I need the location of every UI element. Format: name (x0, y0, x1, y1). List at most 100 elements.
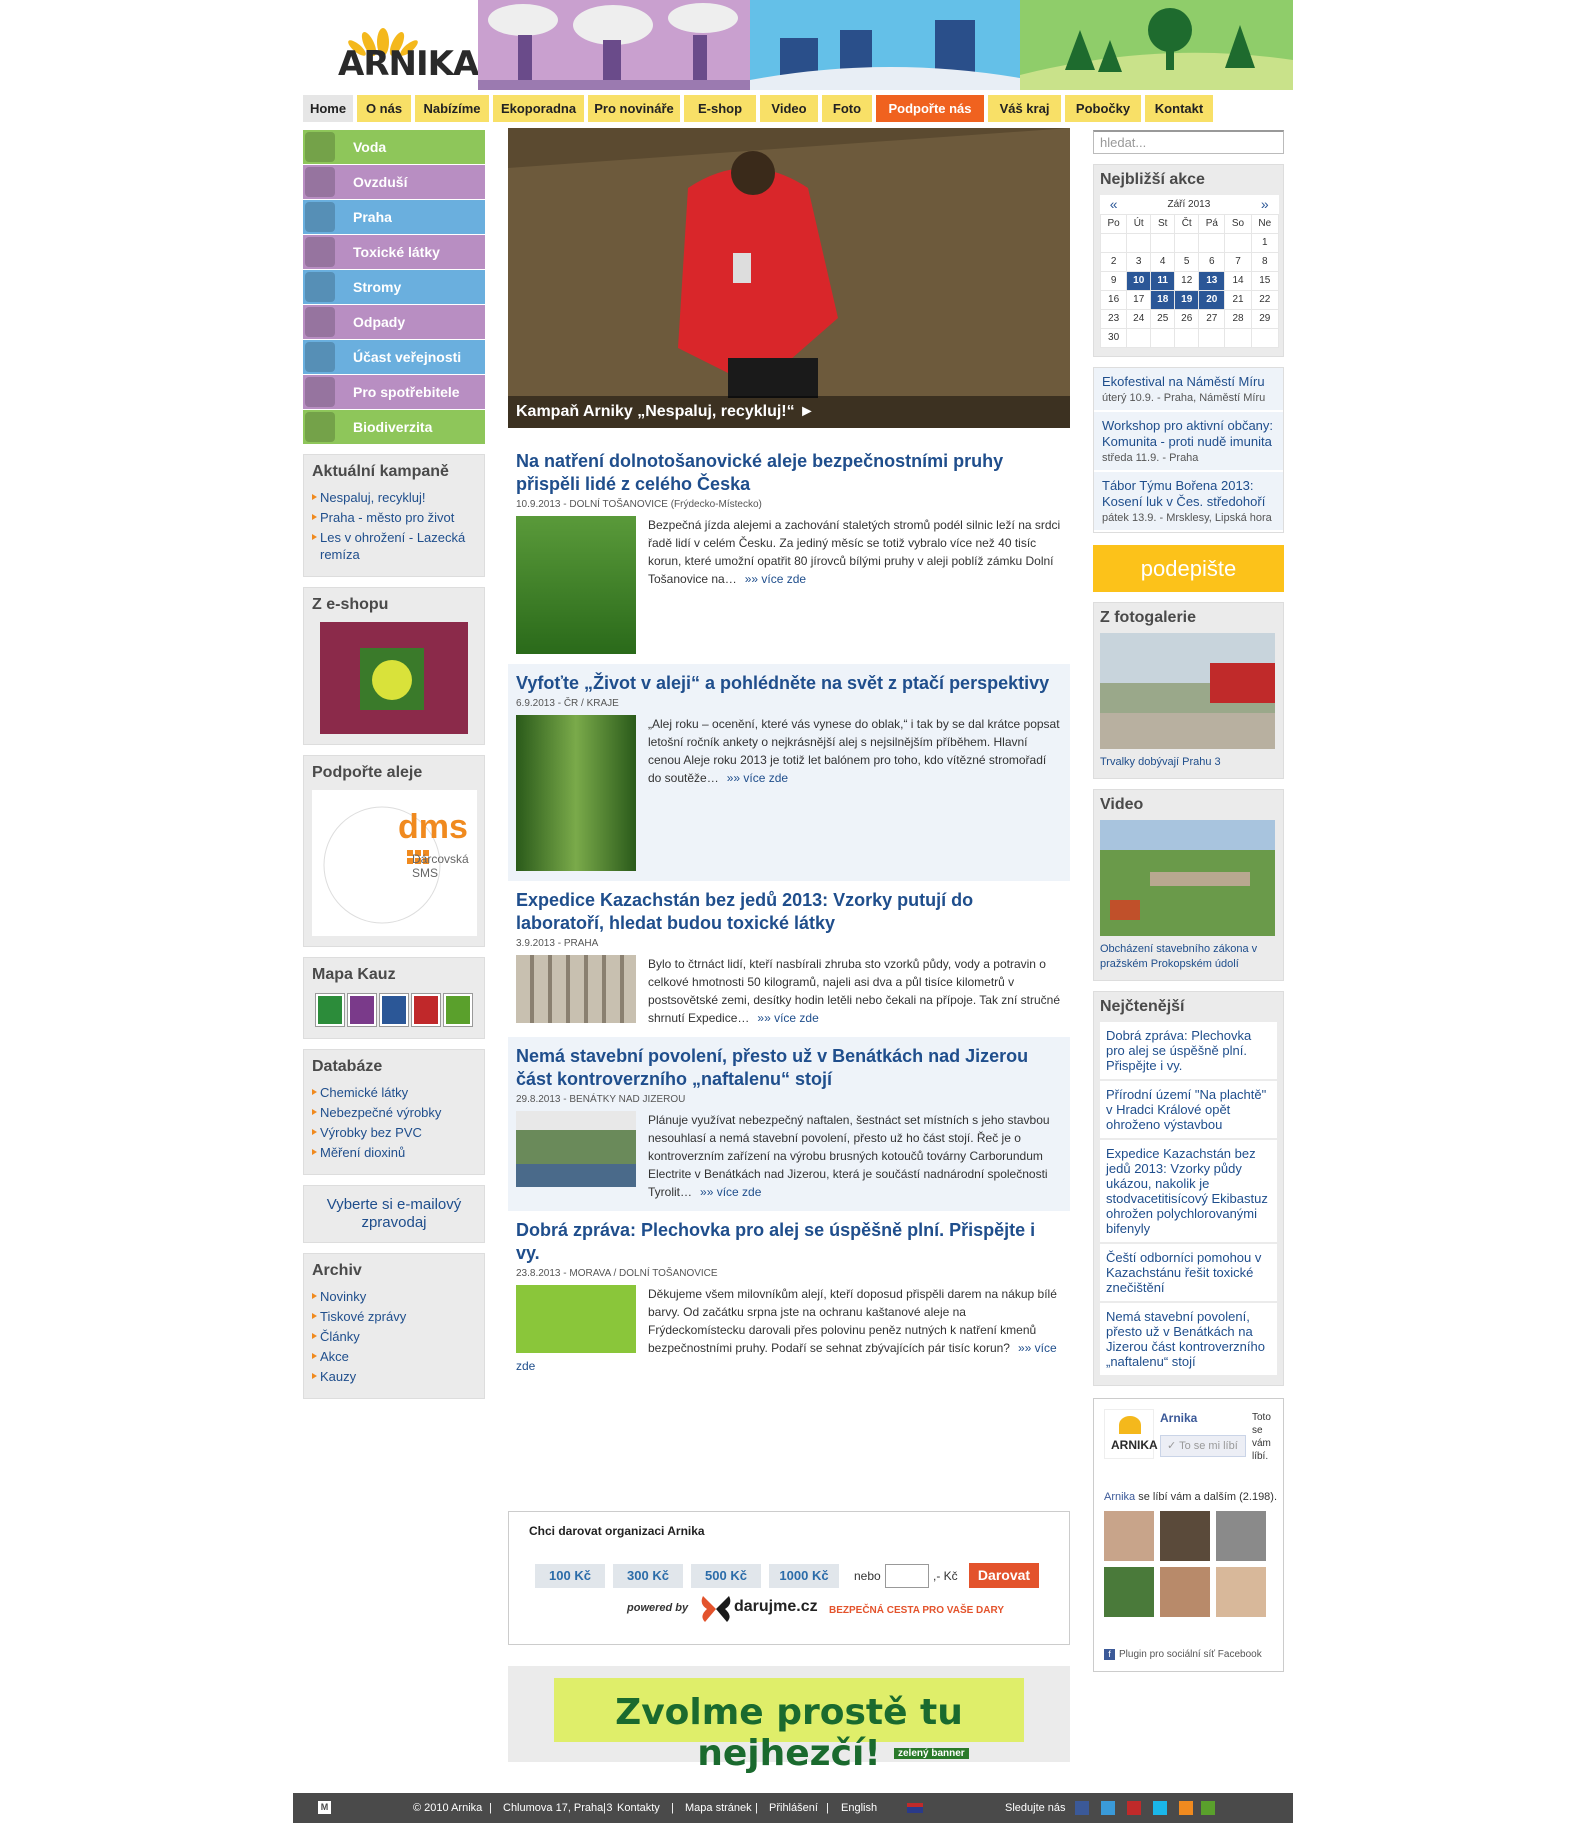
twitter-icon[interactable] (1101, 1801, 1115, 1815)
facebook-icon[interactable] (1075, 1801, 1089, 1815)
kampane-item[interactable]: Nespaluj, recykluj! (312, 489, 476, 506)
databaze-item[interactable]: Měření dioxinů (312, 1144, 476, 1161)
nav-nabizime[interactable]: Nabízíme (415, 95, 489, 122)
event-item[interactable]: Tábor Týmu Bořena 2013: Kosení luk v Čes… (1094, 471, 1283, 532)
nav-kontakt[interactable]: Kontakt (1145, 95, 1213, 122)
article-title[interactable]: Nemá stavební povolení, přesto už v Bená… (516, 1045, 1062, 1091)
category-2[interactable]: Praha (303, 200, 485, 234)
footer-logo-icon[interactable]: M (318, 1801, 331, 1814)
donate-100-button[interactable]: 100 Kč (535, 1564, 605, 1588)
article-image[interactable] (516, 516, 636, 654)
archiv-item[interactable]: Akce (312, 1348, 476, 1365)
article-more-link[interactable]: »» více zde (700, 1185, 761, 1199)
category-0[interactable]: Voda (303, 130, 485, 164)
kampane-item[interactable]: Praha - město pro život (312, 509, 476, 526)
fb-face[interactable] (1104, 1566, 1154, 1617)
article-more-link[interactable]: »» více zde (727, 771, 788, 785)
calendar-day[interactable]: 18 (1150, 289, 1176, 310)
donate-1000-button[interactable]: 1000 Kč (769, 1564, 839, 1588)
nav-eshop[interactable]: E-shop (684, 95, 756, 122)
event-title[interactable]: Ekofestival na Náměstí Míru (1102, 374, 1275, 390)
youtube-icon[interactable] (1127, 1801, 1141, 1815)
fotogalerie-photo[interactable] (1100, 632, 1275, 749)
calendar-prev-button[interactable]: « (1101, 195, 1127, 214)
nav-ekoporadna[interactable]: Ekoporadna (493, 95, 584, 122)
donate-500-button[interactable]: 500 Kč (691, 1564, 761, 1588)
article-image[interactable] (516, 955, 636, 1023)
fb-like-button[interactable]: ✓ To se mi líbí (1160, 1434, 1246, 1457)
footer-mapa[interactable]: Mapa stránek (685, 1802, 752, 1814)
nejctenejsi-item[interactable]: Dobrá zpráva: Plechovka pro alej se úspě… (1100, 1021, 1277, 1079)
archiv-item[interactable]: Tiskové zprávy (312, 1308, 476, 1325)
map-pin-frog-icon[interactable] (315, 993, 345, 1027)
zvolme-banner[interactable]: Zvolme prostě tu nejhezčí! zelený banner (508, 1666, 1070, 1774)
nav-video[interactable]: Video (760, 95, 818, 122)
category-3[interactable]: Toxické látky (303, 235, 485, 269)
calendar-day[interactable]: 10 (1126, 270, 1152, 291)
article-title[interactable]: Na natření dolnotošanovické aleje bezpeč… (516, 450, 1062, 496)
nejctenejsi-item[interactable]: Přírodní území "Na plachtě" v Hradci Krá… (1100, 1080, 1277, 1138)
nav-vas-kraj[interactable]: Váš kraj (988, 95, 1061, 122)
hero-slideshow[interactable]: Kampaň Arniky „Nespaluj, recykluj!“ ► (508, 128, 1070, 428)
category-4[interactable]: Stromy (303, 270, 485, 304)
article-title[interactable]: Vyfoťte „Život v aleji“ a pohlédněte na … (516, 672, 1062, 695)
map-pin-skull-icon[interactable] (347, 993, 377, 1027)
fb-face[interactable] (1160, 1510, 1210, 1561)
kampane-item[interactable]: Les v ohrožení - Lazecká remíza (312, 529, 476, 563)
event-item[interactable]: Workshop pro aktivní občany: Komunita - … (1094, 411, 1283, 472)
nejctenejsi-item[interactable]: Čeští odborníci pomohou v Kazachstánu ře… (1100, 1243, 1277, 1301)
article-title[interactable]: Expedice Kazachstán bez jedů 2013: Vzork… (516, 889, 1062, 935)
event-title[interactable]: Tábor Týmu Bořena 2013: Kosení luk v Čes… (1102, 478, 1275, 510)
darujme-logo[interactable]: darujme.cz (734, 1598, 818, 1616)
zpravodaj-link[interactable]: Vyberte si e-mailový zpravodaj (327, 1196, 462, 1231)
search-input[interactable]: hledat... (1093, 130, 1284, 154)
nav-o-nas[interactable]: O nás (357, 95, 411, 122)
article-title[interactable]: Dobrá zpráva: Plechovka pro alej se úspě… (516, 1219, 1062, 1265)
footer-kontakty[interactable]: Kontakty (617, 1802, 660, 1814)
calendar-next-button[interactable]: » (1251, 195, 1278, 214)
fb-face[interactable] (1160, 1566, 1210, 1617)
databaze-item[interactable]: Chemické látky (312, 1084, 476, 1101)
article-more-link[interactable]: »» více zde (757, 1011, 818, 1025)
calendar-day[interactable]: 13 (1198, 270, 1226, 291)
footer-english[interactable]: English (841, 1802, 877, 1814)
nav-home[interactable]: Home (303, 95, 353, 122)
article-image[interactable] (516, 715, 636, 871)
nav-pobocky[interactable]: Pobočky (1065, 95, 1141, 122)
footer-prihlaseni[interactable]: Přihlášení (769, 1802, 818, 1814)
event-item[interactable]: Ekofestival na Náměstí Míru úterý 10.9. -… (1094, 367, 1283, 412)
category-1[interactable]: Ovzduší (303, 165, 485, 199)
google-icon[interactable] (1201, 1801, 1215, 1815)
archiv-item[interactable]: Články (312, 1328, 476, 1345)
zpravodaj-box[interactable]: Vyberte si e-mailový zpravodaj (303, 1185, 485, 1243)
map-pin-tree-icon[interactable] (443, 993, 473, 1027)
article-image[interactable] (516, 1111, 636, 1187)
databaze-item[interactable]: Výrobky bez PVC (312, 1124, 476, 1141)
darovat-button[interactable]: Darovat (969, 1563, 1039, 1588)
map-pin-factory-icon[interactable] (379, 993, 409, 1027)
nav-podporte-nas[interactable]: Podpořte nás (876, 95, 984, 122)
dms-banner[interactable]: dms Dárcovská SMS (312, 790, 477, 936)
calendar-day[interactable]: 20 (1198, 289, 1226, 310)
rss-icon[interactable] (1179, 1801, 1193, 1815)
fb-face[interactable] (1216, 1510, 1266, 1561)
logo[interactable]: ARNIKA (293, 0, 479, 90)
article-image[interactable] (516, 1285, 636, 1353)
fb-page-avatar[interactable]: ARNIKA (1104, 1408, 1158, 1459)
video-caption[interactable]: Obcházení stavebního zákona v pražském P… (1100, 942, 1277, 972)
category-8[interactable]: Biodiverzita (303, 410, 485, 444)
fb-likes-link[interactable]: Arnika (1104, 1491, 1135, 1503)
archiv-item[interactable]: Novinky (312, 1288, 476, 1305)
category-6[interactable]: Účast veřejnosti (303, 340, 485, 374)
nav-pro-novinare[interactable]: Pro novináře (588, 95, 680, 122)
fb-page-name[interactable]: Arnika (1160, 1411, 1197, 1425)
nav-foto[interactable]: Foto (822, 95, 872, 122)
donate-300-button[interactable]: 300 Kč (613, 1564, 683, 1588)
fb-face[interactable] (1104, 1510, 1154, 1561)
archiv-item[interactable]: Kauzy (312, 1368, 476, 1385)
podepiste-button[interactable]: podepište (1093, 544, 1284, 592)
nejctenejsi-item[interactable]: Nemá stavební povolení, přesto už v Bená… (1100, 1302, 1277, 1375)
calendar-day[interactable]: 19 (1174, 289, 1200, 310)
uk-flag-icon[interactable] (907, 1803, 923, 1813)
nejctenejsi-item[interactable]: Expedice Kazachstán bez jedů 2013: Vzork… (1100, 1139, 1277, 1242)
